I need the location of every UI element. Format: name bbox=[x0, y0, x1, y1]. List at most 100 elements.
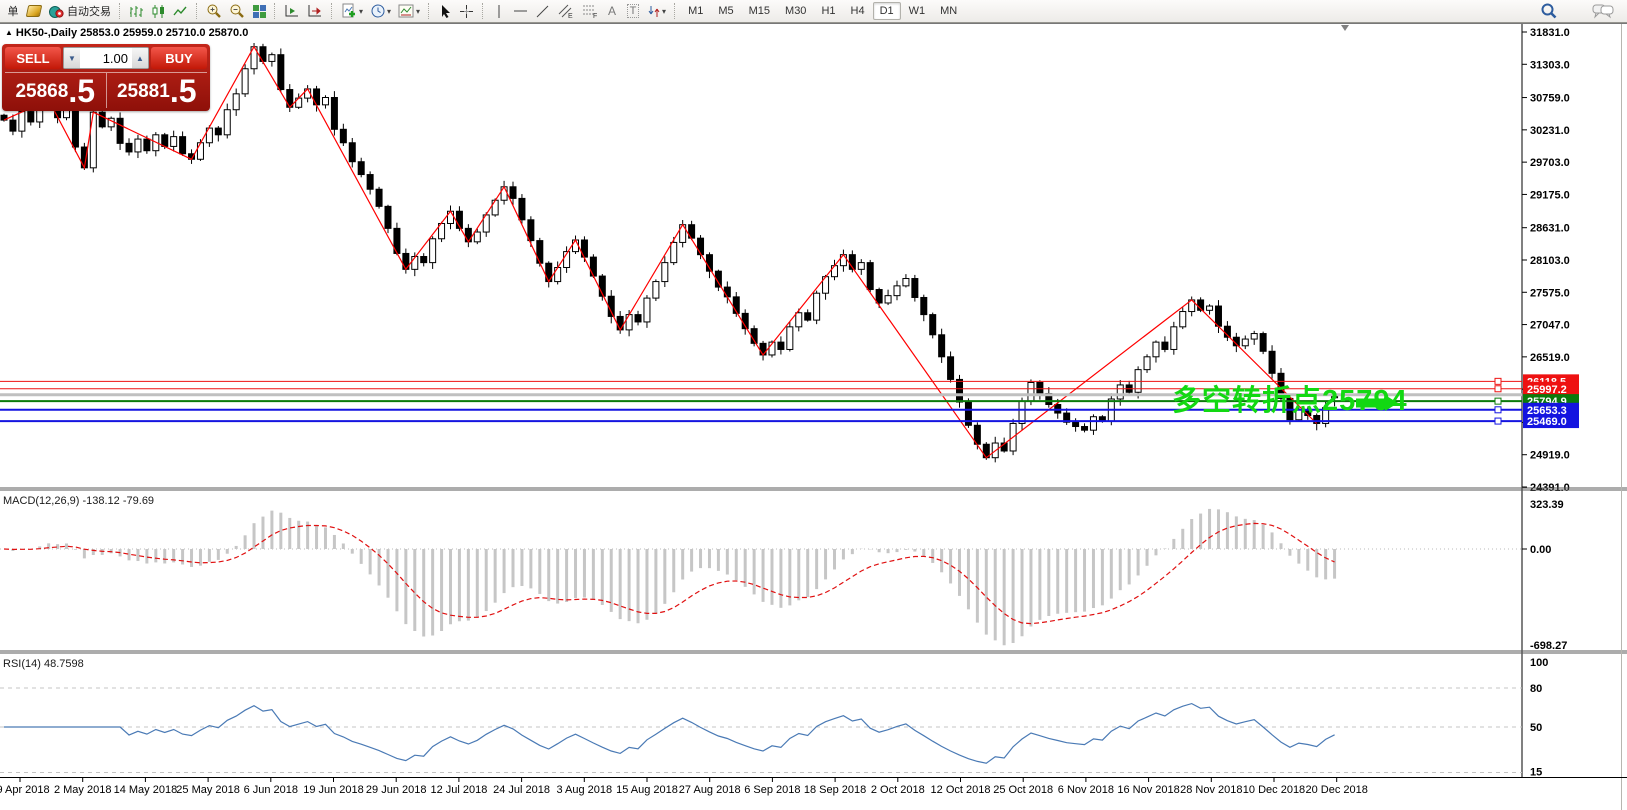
auto-scroll-icon[interactable] bbox=[281, 1, 303, 21]
tab-timeframe-d1[interactable]: D1 bbox=[873, 2, 901, 20]
toolbar-separator bbox=[482, 3, 484, 19]
svg-text:30231.0: 30231.0 bbox=[1530, 125, 1570, 137]
volume-input[interactable] bbox=[80, 48, 132, 68]
svg-text:15: 15 bbox=[1530, 767, 1542, 779]
chat-icon[interactable] bbox=[1589, 1, 1617, 21]
toolbar-separator bbox=[674, 3, 676, 19]
label-tool[interactable]: T bbox=[623, 1, 643, 21]
sell-button[interactable]: SELL bbox=[5, 47, 61, 69]
tab-timeframe-h1[interactable]: H1 bbox=[814, 2, 842, 20]
svg-text:28103.0: 28103.0 bbox=[1530, 255, 1570, 267]
svg-text:-698.27: -698.27 bbox=[1530, 640, 1567, 652]
svg-text:16 Nov 2018: 16 Nov 2018 bbox=[1117, 784, 1179, 796]
svg-text:6 Nov 2018: 6 Nov 2018 bbox=[1058, 784, 1114, 796]
svg-text:80: 80 bbox=[1530, 683, 1542, 695]
svg-text:25469.0: 25469.0 bbox=[1527, 416, 1567, 428]
line-drag-handle bbox=[1495, 378, 1501, 384]
svg-text:30759.0: 30759.0 bbox=[1530, 93, 1570, 105]
tab-timeframe-h4[interactable]: H4 bbox=[844, 2, 872, 20]
sell-price[interactable]: 25868.5 bbox=[5, 73, 107, 108]
line-drag-handle bbox=[1495, 407, 1501, 413]
candlestick-icon[interactable] bbox=[148, 1, 169, 21]
svg-text:12 Jul 2018: 12 Jul 2018 bbox=[430, 784, 487, 796]
autotrade-label: 自动交易 bbox=[67, 3, 111, 19]
svg-text:14 May 2018: 14 May 2018 bbox=[114, 784, 178, 796]
svg-text:100: 100 bbox=[1530, 657, 1548, 669]
tile-windows-icon[interactable] bbox=[249, 1, 269, 21]
indicators-button[interactable]: ▾ bbox=[338, 1, 366, 21]
toolbar-separator bbox=[274, 3, 276, 19]
line-drag-handle bbox=[1495, 386, 1501, 392]
svg-text:6 Sep 2018: 6 Sep 2018 bbox=[744, 784, 800, 796]
svg-text:10 Dec 2018: 10 Dec 2018 bbox=[1243, 784, 1305, 796]
tab-timeframe-mn[interactable]: MN bbox=[933, 2, 964, 20]
templates-button[interactable]: ▾ bbox=[395, 1, 423, 21]
chart-shift-icon[interactable] bbox=[304, 1, 326, 21]
volume-stepper: ▼ ▲ bbox=[63, 47, 149, 69]
svg-text:19 Jun 2018: 19 Jun 2018 bbox=[303, 784, 364, 796]
svg-text:50: 50 bbox=[1530, 722, 1542, 734]
svg-text:27047.0: 27047.0 bbox=[1530, 320, 1570, 332]
autotrade-icon bbox=[48, 3, 64, 19]
svg-text:2 Oct 2018: 2 Oct 2018 bbox=[871, 784, 925, 796]
horizontal-line-tool[interactable] bbox=[510, 1, 531, 21]
buy-button[interactable]: BUY bbox=[151, 47, 207, 69]
search-icon[interactable] bbox=[1537, 1, 1561, 21]
svg-text:2 May 2018: 2 May 2018 bbox=[54, 784, 111, 796]
main-toolbar: 单 自动交易 ▾ ▾ ▾ E F A T ▾ M1 M5 M15 M30 H1 … bbox=[0, 0, 1627, 23]
svg-text:19 Apr 2018: 19 Apr 2018 bbox=[0, 784, 50, 796]
svg-text:27575.0: 27575.0 bbox=[1530, 287, 1570, 299]
crosshair-icon[interactable] bbox=[456, 1, 477, 21]
svg-text:29703.0: 29703.0 bbox=[1530, 157, 1570, 169]
line-chart-icon[interactable] bbox=[170, 1, 191, 21]
line-drag-handle bbox=[1495, 418, 1501, 424]
autotrade-button[interactable]: 自动交易 bbox=[45, 1, 114, 21]
trendline-tool[interactable] bbox=[532, 1, 553, 21]
volume-decrease-button[interactable]: ▼ bbox=[64, 48, 80, 68]
bar-chart-icon[interactable] bbox=[126, 1, 147, 21]
tab-timeframe-w1[interactable]: W1 bbox=[902, 2, 933, 20]
vertical-line-tool[interactable] bbox=[489, 1, 509, 21]
arrows-tool[interactable]: ▾ bbox=[644, 1, 669, 21]
chart-area[interactable]: 31831.031303.030759.030231.029703.029175… bbox=[0, 0, 1627, 810]
fibonacci-tool[interactable]: F bbox=[578, 1, 601, 21]
cursor-icon[interactable] bbox=[435, 1, 455, 21]
svg-text:26519.0: 26519.0 bbox=[1530, 352, 1570, 364]
svg-text:31303.0: 31303.0 bbox=[1530, 59, 1570, 71]
svg-text:6 Jun 2018: 6 Jun 2018 bbox=[244, 784, 298, 796]
symbol-marker-icon: ▲ bbox=[5, 28, 13, 37]
new-order-label: 单 bbox=[8, 3, 19, 19]
text-tool[interactable]: A bbox=[602, 1, 622, 21]
svg-text:24 Jul 2018: 24 Jul 2018 bbox=[493, 784, 550, 796]
svg-text:27 Aug 2018: 27 Aug 2018 bbox=[679, 784, 741, 796]
periods-clock-button[interactable]: ▾ bbox=[367, 1, 394, 21]
one-click-trading-panel: SELL ▼ ▲ BUY 25868.5 25881.5 bbox=[2, 44, 210, 111]
svg-text:25 Oct 2018: 25 Oct 2018 bbox=[993, 784, 1053, 796]
svg-text:F: F bbox=[593, 13, 597, 19]
tab-timeframe-m30[interactable]: M30 bbox=[778, 2, 813, 20]
svg-text:25997.2: 25997.2 bbox=[1527, 384, 1567, 396]
toolbar-separator bbox=[196, 3, 198, 19]
buy-price[interactable]: 25881.5 bbox=[107, 73, 208, 108]
tab-timeframe-m15[interactable]: M15 bbox=[742, 2, 777, 20]
svg-text:18 Sep 2018: 18 Sep 2018 bbox=[804, 784, 866, 796]
volume-increase-button[interactable]: ▲ bbox=[132, 48, 148, 68]
equidistant-channel-tool[interactable]: E bbox=[554, 1, 577, 21]
tab-timeframe-m1[interactable]: M1 bbox=[681, 2, 710, 20]
toolbar-separator bbox=[331, 3, 333, 19]
svg-text:12 Oct 2018: 12 Oct 2018 bbox=[931, 784, 991, 796]
tab-timeframe-m5[interactable]: M5 bbox=[711, 2, 740, 20]
svg-text:20 Dec 2018: 20 Dec 2018 bbox=[1306, 784, 1368, 796]
svg-text:25 May 2018: 25 May 2018 bbox=[176, 784, 240, 796]
svg-text:15 Aug 2018: 15 Aug 2018 bbox=[616, 784, 678, 796]
rsi-label: RSI(14) 48.7598 bbox=[3, 658, 84, 670]
svg-text:28631.0: 28631.0 bbox=[1530, 223, 1570, 235]
package-icon[interactable] bbox=[24, 1, 44, 21]
toolbar-separator bbox=[428, 3, 430, 19]
zoom-in-icon[interactable] bbox=[203, 1, 225, 21]
svg-text:29 Jun 2018: 29 Jun 2018 bbox=[366, 784, 427, 796]
svg-text:0.00: 0.00 bbox=[1530, 544, 1551, 556]
new-order-button[interactable]: 单 bbox=[3, 1, 23, 21]
mt4-terminal: { "toolbar": { "order_label": "单", "auto… bbox=[0, 0, 1627, 810]
zoom-out-icon[interactable] bbox=[226, 1, 248, 21]
